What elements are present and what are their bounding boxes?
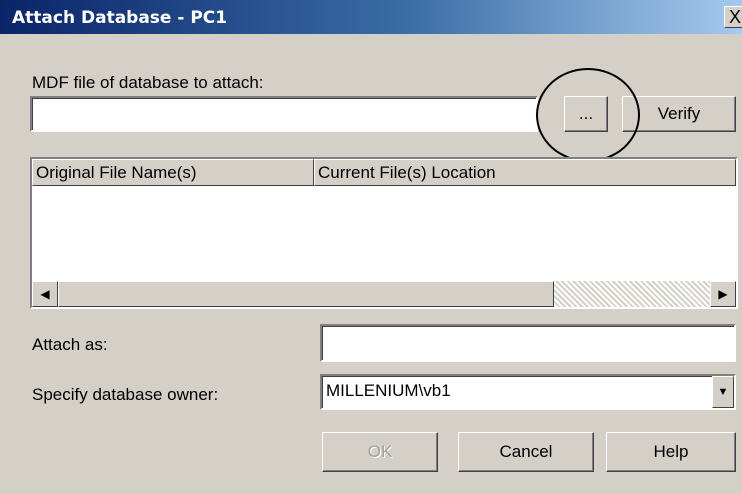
close-button[interactable]: X: [724, 6, 742, 28]
mdf-file-label: MDF file of database to attach:: [32, 73, 264, 92]
mdf-file-input[interactable]: [30, 96, 538, 132]
attach-as-input[interactable]: [320, 324, 736, 362]
chevron-down-icon[interactable]: ▼: [712, 376, 734, 408]
column-header-current[interactable]: Current File(s) Location: [314, 159, 736, 186]
scroll-right-icon[interactable]: ▶: [710, 281, 736, 307]
window-title: Attach Database - PC1: [12, 8, 228, 28]
browse-button[interactable]: ...: [564, 96, 608, 132]
help-button[interactable]: Help: [606, 432, 736, 472]
attach-as-label: Attach as:: [32, 335, 108, 354]
owner-select[interactable]: MILLENIUM\vb1 ▼: [320, 374, 736, 410]
cancel-button[interactable]: Cancel: [458, 432, 594, 472]
horizontal-scrollbar[interactable]: ◀ ▶: [32, 281, 736, 307]
owner-value: MILLENIUM\vb1: [326, 381, 451, 400]
scroll-thumb[interactable]: [58, 281, 554, 307]
scroll-left-icon[interactable]: ◀: [32, 281, 58, 307]
column-header-original[interactable]: Original File Name(s): [32, 159, 314, 186]
ok-button[interactable]: OK: [322, 432, 438, 472]
verify-button[interactable]: Verify: [622, 96, 736, 132]
title-bar: Attach Database - PC1 X: [0, 0, 742, 34]
owner-label: Specify database owner:: [32, 385, 219, 404]
files-list[interactable]: Original File Name(s) Current File(s) Lo…: [30, 157, 738, 309]
